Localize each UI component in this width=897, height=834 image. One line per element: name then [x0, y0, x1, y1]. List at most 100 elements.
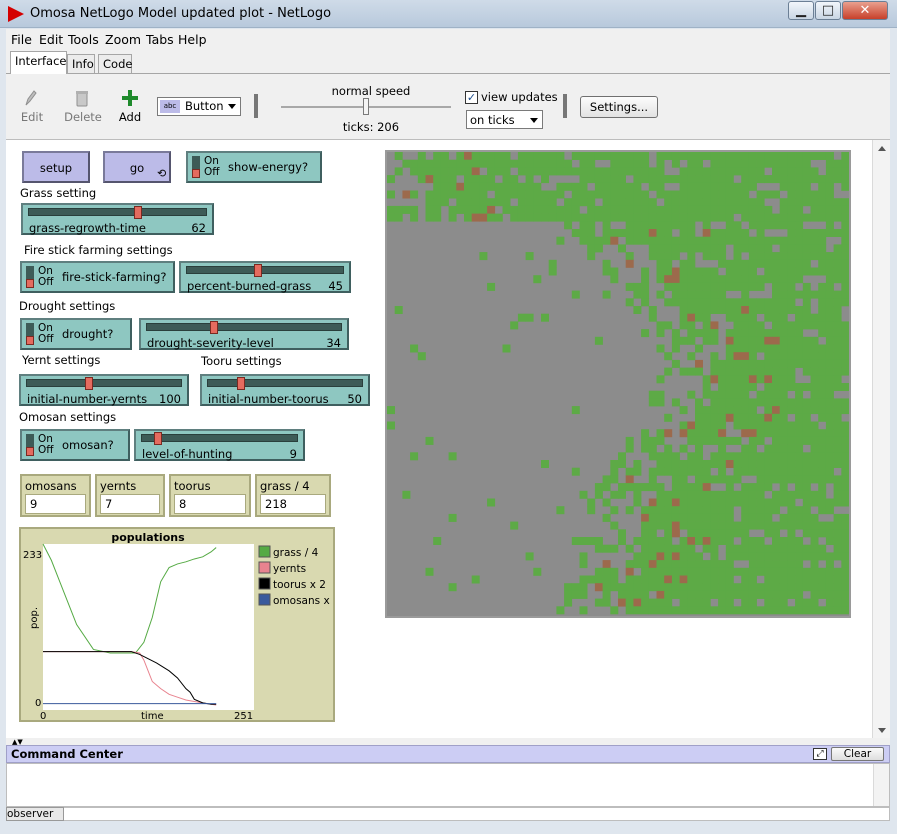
drought-severity-level-slider[interactable]: drought-severity-level 34 [139, 318, 349, 350]
percent-burned-grass-slider[interactable]: percent-burned-grass 45 [179, 261, 351, 293]
clear-button[interactable]: Clear [831, 747, 884, 761]
update-mode-select[interactable]: on ticks [466, 110, 543, 129]
speed-slider[interactable] [281, 98, 451, 116]
monitor-value: 218 [260, 494, 326, 514]
edit-tool[interactable] [20, 88, 40, 108]
legend-swatch [258, 545, 271, 558]
slider-thumb[interactable] [209, 321, 218, 334]
show-energy-switch[interactable]: On Off show-energy? [186, 151, 322, 183]
note-fire: Fire stick farming settings [24, 243, 173, 257]
go-forever-button[interactable]: go ⟲ [103, 151, 171, 183]
plus-icon [122, 90, 138, 106]
slider-value: 62 [191, 221, 206, 235]
menu-file[interactable]: File [11, 32, 32, 47]
legend-swatch [258, 593, 271, 606]
slider-label: grass-regrowth-time [29, 221, 146, 235]
slider-thumb[interactable] [253, 264, 262, 277]
toolbar-separator [563, 94, 567, 118]
speed-thumb[interactable] [363, 98, 369, 115]
world-view[interactable] [385, 150, 851, 618]
tab-info[interactable]: Info [67, 54, 95, 73]
maximize-button[interactable]: □ [815, 1, 841, 20]
switch-knob[interactable] [26, 279, 34, 288]
menu-zoom[interactable]: Zoom [105, 32, 141, 47]
initial-number-toorus-slider[interactable]: initial-number-toorus 50 [200, 374, 370, 406]
tab-interface[interactable]: Interface [10, 51, 67, 74]
close-button[interactable]: ✕ [842, 1, 888, 20]
scroll-down-icon[interactable] [878, 728, 886, 733]
slider-label: percent-burned-grass [187, 279, 312, 293]
settings-button[interactable]: Settings... [580, 96, 658, 118]
add-tool[interactable] [120, 88, 140, 108]
minimize-button[interactable]: ▁ [788, 1, 814, 20]
delete-tool[interactable] [72, 88, 92, 108]
y-tick-min: 0 [35, 698, 41, 709]
note-omosan: Omosan settings [19, 410, 117, 424]
slider-track [146, 323, 342, 331]
note-grass: Grass setting [20, 186, 97, 200]
expand-icon[interactable]: ⤢ [813, 748, 827, 760]
menu-edit[interactable]: Edit [39, 32, 63, 47]
slider-thumb[interactable] [154, 432, 163, 445]
slider-thumb[interactable] [85, 377, 94, 390]
note-drought: Drought settings [19, 299, 116, 313]
window-titlebar[interactable]: Omosa NetLogo Model updated plot - NetLo… [0, 0, 897, 28]
observer-select[interactable]: observer > [6, 807, 64, 833]
toolbar-separator [254, 94, 258, 118]
forever-icon: ⟲ [157, 167, 167, 180]
switch-knob[interactable] [26, 447, 34, 456]
vertical-scrollbar[interactable] [872, 140, 890, 738]
menu-bar: File Edit Tools Zoom Tabs Help [6, 29, 890, 50]
monitor-grass: grass / 4 218 [255, 474, 331, 517]
setup-button[interactable]: setup [22, 151, 90, 183]
menu-tools[interactable]: Tools [68, 32, 99, 47]
scroll-up-icon[interactable] [878, 146, 886, 151]
switch-label: omosan? [62, 438, 114, 452]
world-canvas[interactable] [387, 152, 849, 616]
drought-switch[interactable]: On Off drought? [20, 318, 132, 350]
ticks-counter: ticks: 206 [342, 120, 400, 134]
monitor-yernts: yernts 7 [95, 474, 165, 517]
switch-knob[interactable] [192, 169, 200, 178]
view-updates-label: view updates [481, 90, 558, 104]
switch-off-label: Off [38, 276, 54, 288]
omosan-switch[interactable]: On Off omosan? [20, 429, 130, 461]
legend-swatch [258, 561, 271, 574]
monitor-label: grass / 4 [260, 479, 310, 493]
monitor-omosans: omosans 9 [20, 474, 91, 517]
widget-type-select[interactable]: abc Button [157, 97, 241, 116]
slider-track [207, 379, 363, 387]
add-label[interactable]: Add [114, 110, 146, 124]
switch-label: drought? [62, 327, 114, 341]
menu-tabs[interactable]: Tabs [146, 32, 174, 47]
command-center-splitter[interactable]: ▲▼ [6, 738, 890, 746]
level-of-hunting-slider[interactable]: level-of-hunting 9 [134, 429, 305, 461]
slider-value: 45 [328, 279, 343, 293]
grass-regrowth-time-slider[interactable]: grass-regrowth-time 62 [21, 203, 214, 235]
edit-label[interactable]: Edit [14, 110, 50, 124]
slider-track [28, 208, 207, 216]
switch-knob[interactable] [26, 336, 34, 345]
window-title: Omosa NetLogo Model updated plot - NetLo… [30, 6, 332, 21]
note-yernt: Yernt settings [22, 353, 101, 367]
initial-number-yernts-slider[interactable]: initial-number-yernts 100 [19, 374, 189, 406]
slider-track [26, 379, 182, 387]
view-updates-checkbox[interactable]: ✓ [465, 91, 478, 104]
switch-off-label: Off [204, 166, 220, 178]
delete-label[interactable]: Delete [62, 110, 104, 124]
output-scrollbar[interactable] [873, 764, 889, 806]
slider-value: 50 [347, 392, 362, 406]
button-widget-icon: abc [160, 100, 180, 113]
note-tooru: Tooru settings [201, 354, 282, 368]
slider-thumb[interactable] [236, 377, 245, 390]
menu-help[interactable]: Help [178, 32, 207, 47]
monitor-toorus: toorus 8 [169, 474, 251, 517]
command-input[interactable] [6, 807, 890, 821]
fire-stick-farming-switch[interactable]: On Off fire-stick-farming? [20, 261, 175, 293]
netlogo-logo-icon [8, 6, 24, 22]
tab-code[interactable]: Code [98, 54, 132, 73]
slider-value: 9 [289, 447, 297, 461]
monitor-label: yernts [100, 479, 137, 493]
slider-thumb[interactable] [134, 206, 143, 219]
speed-label: normal speed [331, 84, 411, 98]
